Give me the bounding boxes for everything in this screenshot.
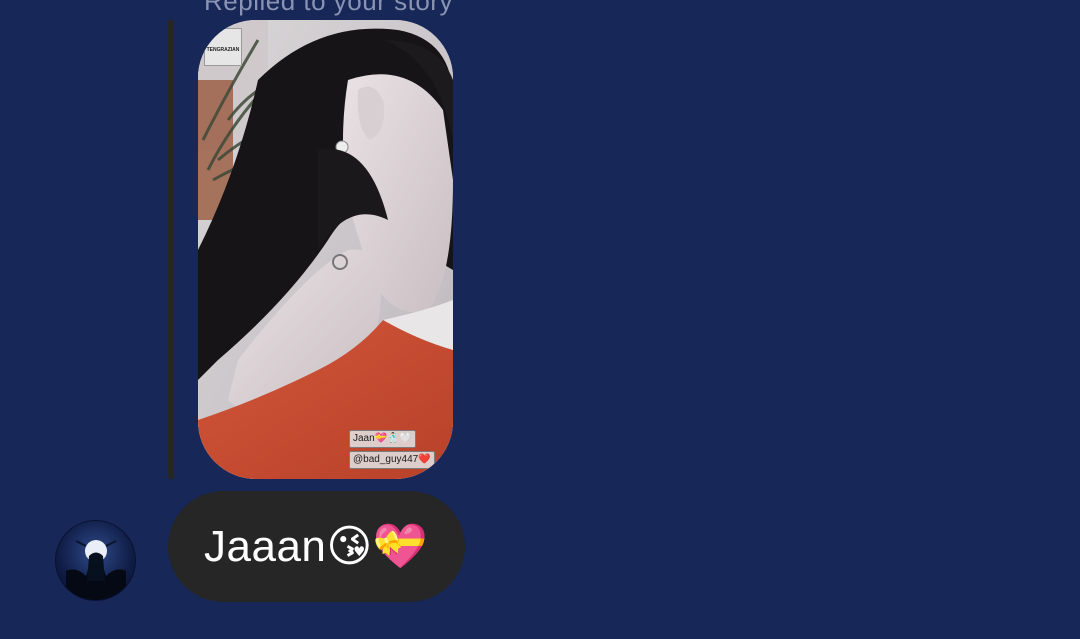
story-sticker: TENGRAZIAN — [204, 28, 242, 66]
avatar[interactable] — [55, 520, 136, 601]
avatar-image — [66, 540, 126, 600]
message-text: Jaaan😘💝 — [204, 521, 429, 571]
message-bubble[interactable]: Jaaan😘💝 — [168, 491, 465, 602]
reply-caption: Replied to your story — [204, 0, 453, 16]
story-thumbnail[interactable]: TENGRAZIAN Jaan💝🕺🏻🤍 @bad_guy447❤️ — [198, 20, 453, 479]
reply-indicator-bar — [168, 20, 174, 479]
story-mention-tag[interactable]: @bad_guy447❤️ — [349, 451, 435, 469]
story-photo — [198, 20, 453, 479]
story-text-tag: Jaan💝🕺🏻🤍 — [349, 430, 417, 448]
